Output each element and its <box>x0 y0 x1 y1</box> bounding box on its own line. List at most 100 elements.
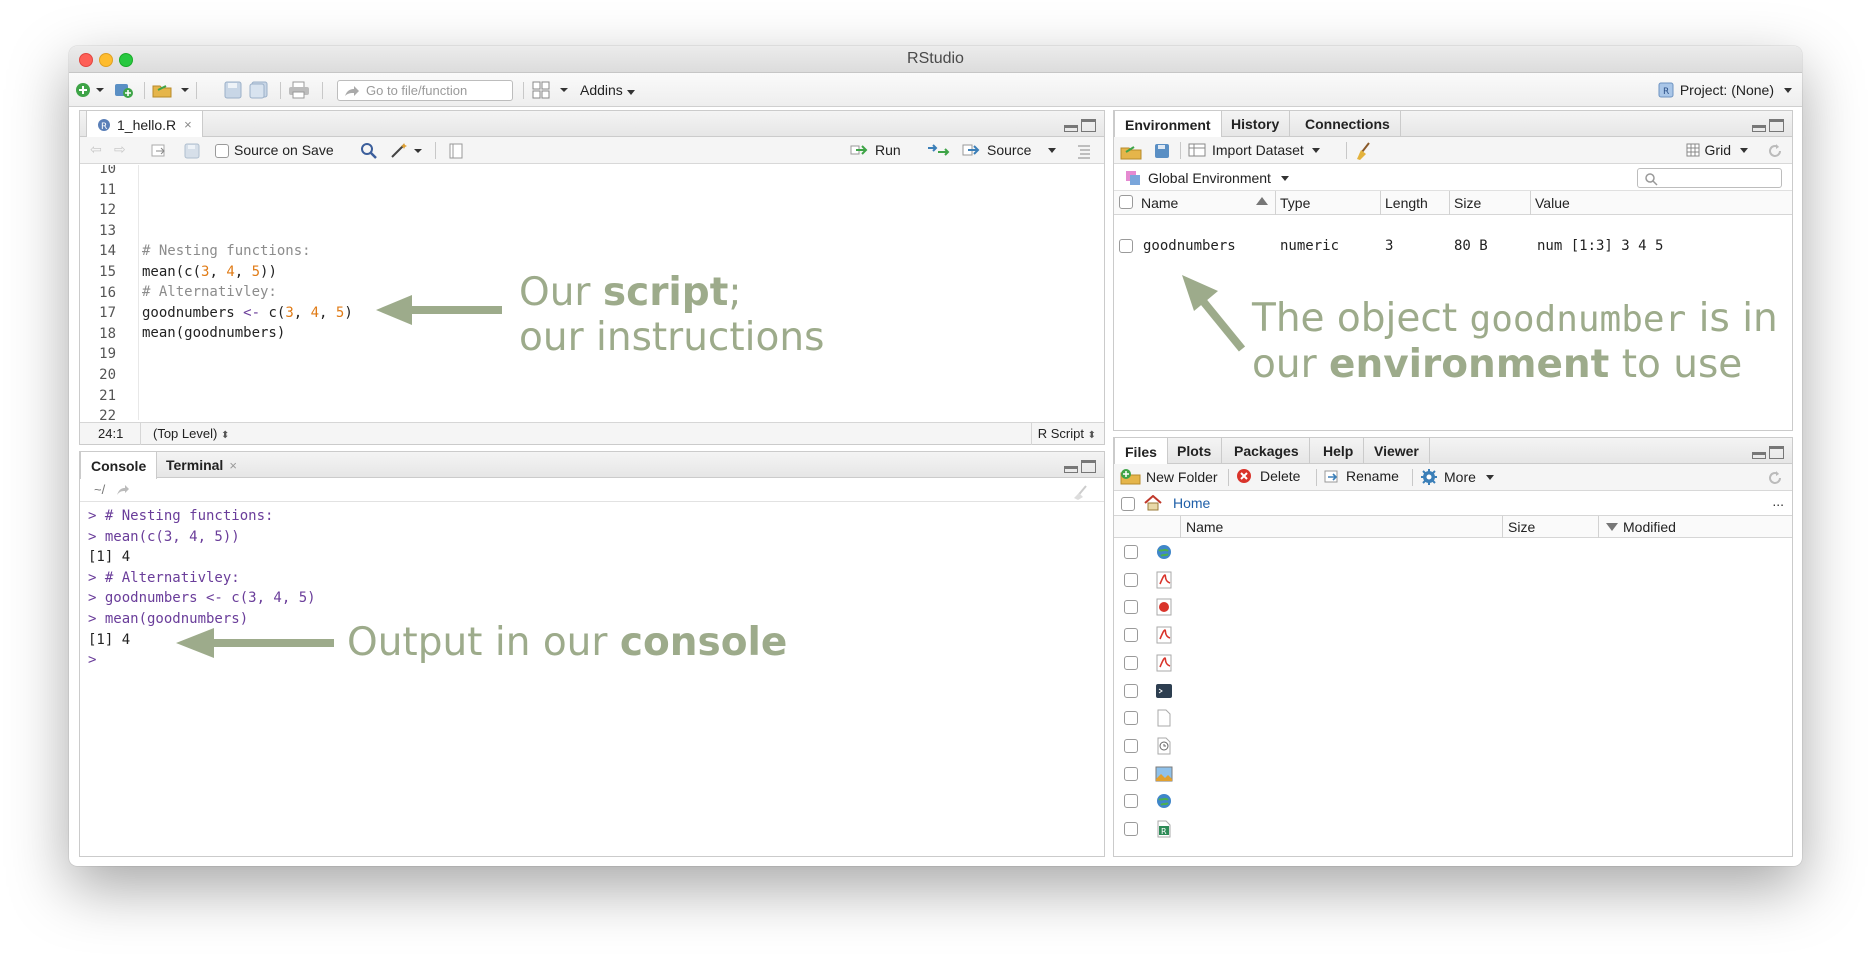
more-path-icon[interactable]: ... <box>1772 493 1784 509</box>
file-row[interactable] <box>1114 539 1792 567</box>
row-checkbox[interactable] <box>1124 738 1138 753</box>
source-on-save-checkbox[interactable] <box>215 144 229 158</box>
scope-dropdown[interactable]: Global Environment <box>1124 169 1289 187</box>
row-checkbox[interactable] <box>1124 628 1138 643</box>
tab-plots[interactable]: Plots <box>1167 438 1223 464</box>
environment-search-input[interactable] <box>1637 168 1782 188</box>
pane-window-controls[interactable] <box>1064 460 1096 474</box>
maximize-pane-icon[interactable] <box>1769 446 1784 459</box>
tab-console[interactable]: Console <box>80 452 158 479</box>
row-checkbox[interactable] <box>1124 600 1138 615</box>
file-row[interactable] <box>1114 761 1792 789</box>
broom-icon[interactable] <box>1354 141 1374 161</box>
tab-viewer[interactable]: Viewer <box>1364 438 1430 464</box>
tab-connections[interactable]: Connections <box>1295 111 1401 137</box>
pane-window-controls[interactable] <box>1064 119 1096 133</box>
document-outline-icon[interactable] <box>448 143 464 159</box>
sort-descending-icon[interactable] <box>1606 523 1618 531</box>
minimize-pane-icon[interactable] <box>1064 125 1078 132</box>
column-header-size[interactable]: Size <box>1454 195 1481 211</box>
minimize-pane-icon[interactable] <box>1752 452 1766 459</box>
row-checkbox[interactable] <box>1124 711 1138 726</box>
row-checkbox[interactable] <box>1124 683 1138 698</box>
clear-console-icon[interactable] <box>1072 482 1094 500</box>
column-header-name[interactable]: Name <box>1186 519 1223 535</box>
tab-history[interactable]: History <box>1221 111 1291 137</box>
show-in-window-icon[interactable] <box>150 143 168 159</box>
row-checkbox[interactable] <box>1124 572 1138 587</box>
forward-arrow-icon[interactable]: ⇨ <box>114 141 126 158</box>
column-header-name[interactable]: Name <box>1141 195 1178 211</box>
new-folder-button[interactable]: New Folder <box>1120 468 1218 486</box>
go-to-file-input[interactable]: Go to file/function <box>337 80 513 101</box>
column-header-modified[interactable]: Modified <box>1623 519 1676 535</box>
file-row[interactable] <box>1114 567 1792 595</box>
refresh-icon[interactable] <box>1766 142 1784 160</box>
row-checkbox[interactable] <box>1124 655 1138 670</box>
maximize-pane-icon[interactable] <box>1769 119 1784 132</box>
run-button[interactable]: Run <box>850 142 901 158</box>
chevron-down-icon[interactable] <box>1048 147 1057 153</box>
delete-button[interactable]: Delete <box>1236 468 1300 484</box>
save-workspace-icon[interactable] <box>1154 143 1170 159</box>
minimize-pane-icon[interactable] <box>1752 125 1766 132</box>
file-row[interactable] <box>1114 622 1792 650</box>
row-checkbox[interactable] <box>1124 766 1138 781</box>
magic-wand-icon[interactable] <box>390 141 424 159</box>
rename-button[interactable]: Rename <box>1324 468 1399 484</box>
minimize-pane-icon[interactable] <box>1064 466 1078 473</box>
project-menu[interactable]: R Project: (None) <box>1658 82 1792 98</box>
outline-list-icon[interactable] <box>1076 143 1092 159</box>
file-type-selector[interactable]: R Script ⬍ <box>1038 426 1096 441</box>
save-all-button[interactable] <box>249 80 269 100</box>
breadcrumb-home[interactable]: Home <box>1173 495 1210 511</box>
close-tab-icon[interactable]: × <box>184 117 192 132</box>
rerun-icon[interactable] <box>926 143 952 157</box>
addins-menu[interactable]: Addins <box>580 82 635 98</box>
maximize-pane-icon[interactable] <box>1081 119 1096 132</box>
row-checkbox[interactable] <box>1124 794 1138 809</box>
tab-packages[interactable]: Packages <box>1224 438 1310 464</box>
save-button[interactable] <box>224 80 242 100</box>
import-dataset-button[interactable]: Import Dataset <box>1188 142 1320 158</box>
column-header-length[interactable]: Length <box>1385 195 1428 211</box>
workspace-panes-button[interactable] <box>532 80 570 100</box>
select-all-checkbox[interactable] <box>1119 195 1133 209</box>
row-checkbox[interactable] <box>1119 239 1133 253</box>
column-header-size[interactable]: Size <box>1508 519 1535 535</box>
save-icon[interactable] <box>184 143 200 159</box>
file-row[interactable] <box>1114 788 1792 816</box>
file-row[interactable] <box>1114 594 1792 622</box>
search-icon[interactable] <box>360 142 378 160</box>
more-menu[interactable]: More <box>1420 468 1494 486</box>
row-checkbox[interactable] <box>1124 822 1138 836</box>
home-icon[interactable] <box>1144 495 1162 511</box>
column-header-value[interactable]: Value <box>1535 195 1570 211</box>
refresh-icon[interactable] <box>1766 469 1784 487</box>
sort-ascending-icon[interactable] <box>1256 197 1268 205</box>
tab-files[interactable]: Files <box>1114 438 1168 465</box>
load-workspace-icon[interactable] <box>1120 142 1144 160</box>
file-row[interactable]: R <box>1114 816 1792 844</box>
back-arrow-icon[interactable]: ⇦ <box>90 141 102 158</box>
tab-help[interactable]: Help <box>1313 438 1365 464</box>
go-to-directory-icon[interactable] <box>116 484 130 496</box>
file-row[interactable] <box>1114 733 1792 761</box>
row-checkbox[interactable] <box>1124 545 1138 559</box>
tab-terminal[interactable]: Terminal × <box>156 452 247 478</box>
select-all-checkbox[interactable] <box>1121 497 1135 511</box>
new-project-button[interactable] <box>113 80 135 100</box>
new-file-button[interactable] <box>75 80 105 100</box>
column-header-type[interactable]: Type <box>1280 195 1310 211</box>
pane-window-controls[interactable] <box>1752 446 1784 460</box>
maximize-pane-icon[interactable] <box>1081 460 1096 473</box>
environment-row[interactable]: goodnumbers numeric 3 80 B num [1:3] 3 4… <box>1114 235 1792 259</box>
print-button[interactable] <box>288 80 310 100</box>
source-button[interactable]: Source <box>962 142 1057 158</box>
tab-environment[interactable]: Environment <box>1114 111 1222 138</box>
file-row[interactable] <box>1114 650 1792 678</box>
file-row[interactable] <box>1114 678 1792 706</box>
close-tab-icon[interactable]: × <box>229 458 237 473</box>
pane-window-controls[interactable] <box>1752 119 1784 133</box>
file-row[interactable] <box>1114 705 1792 733</box>
